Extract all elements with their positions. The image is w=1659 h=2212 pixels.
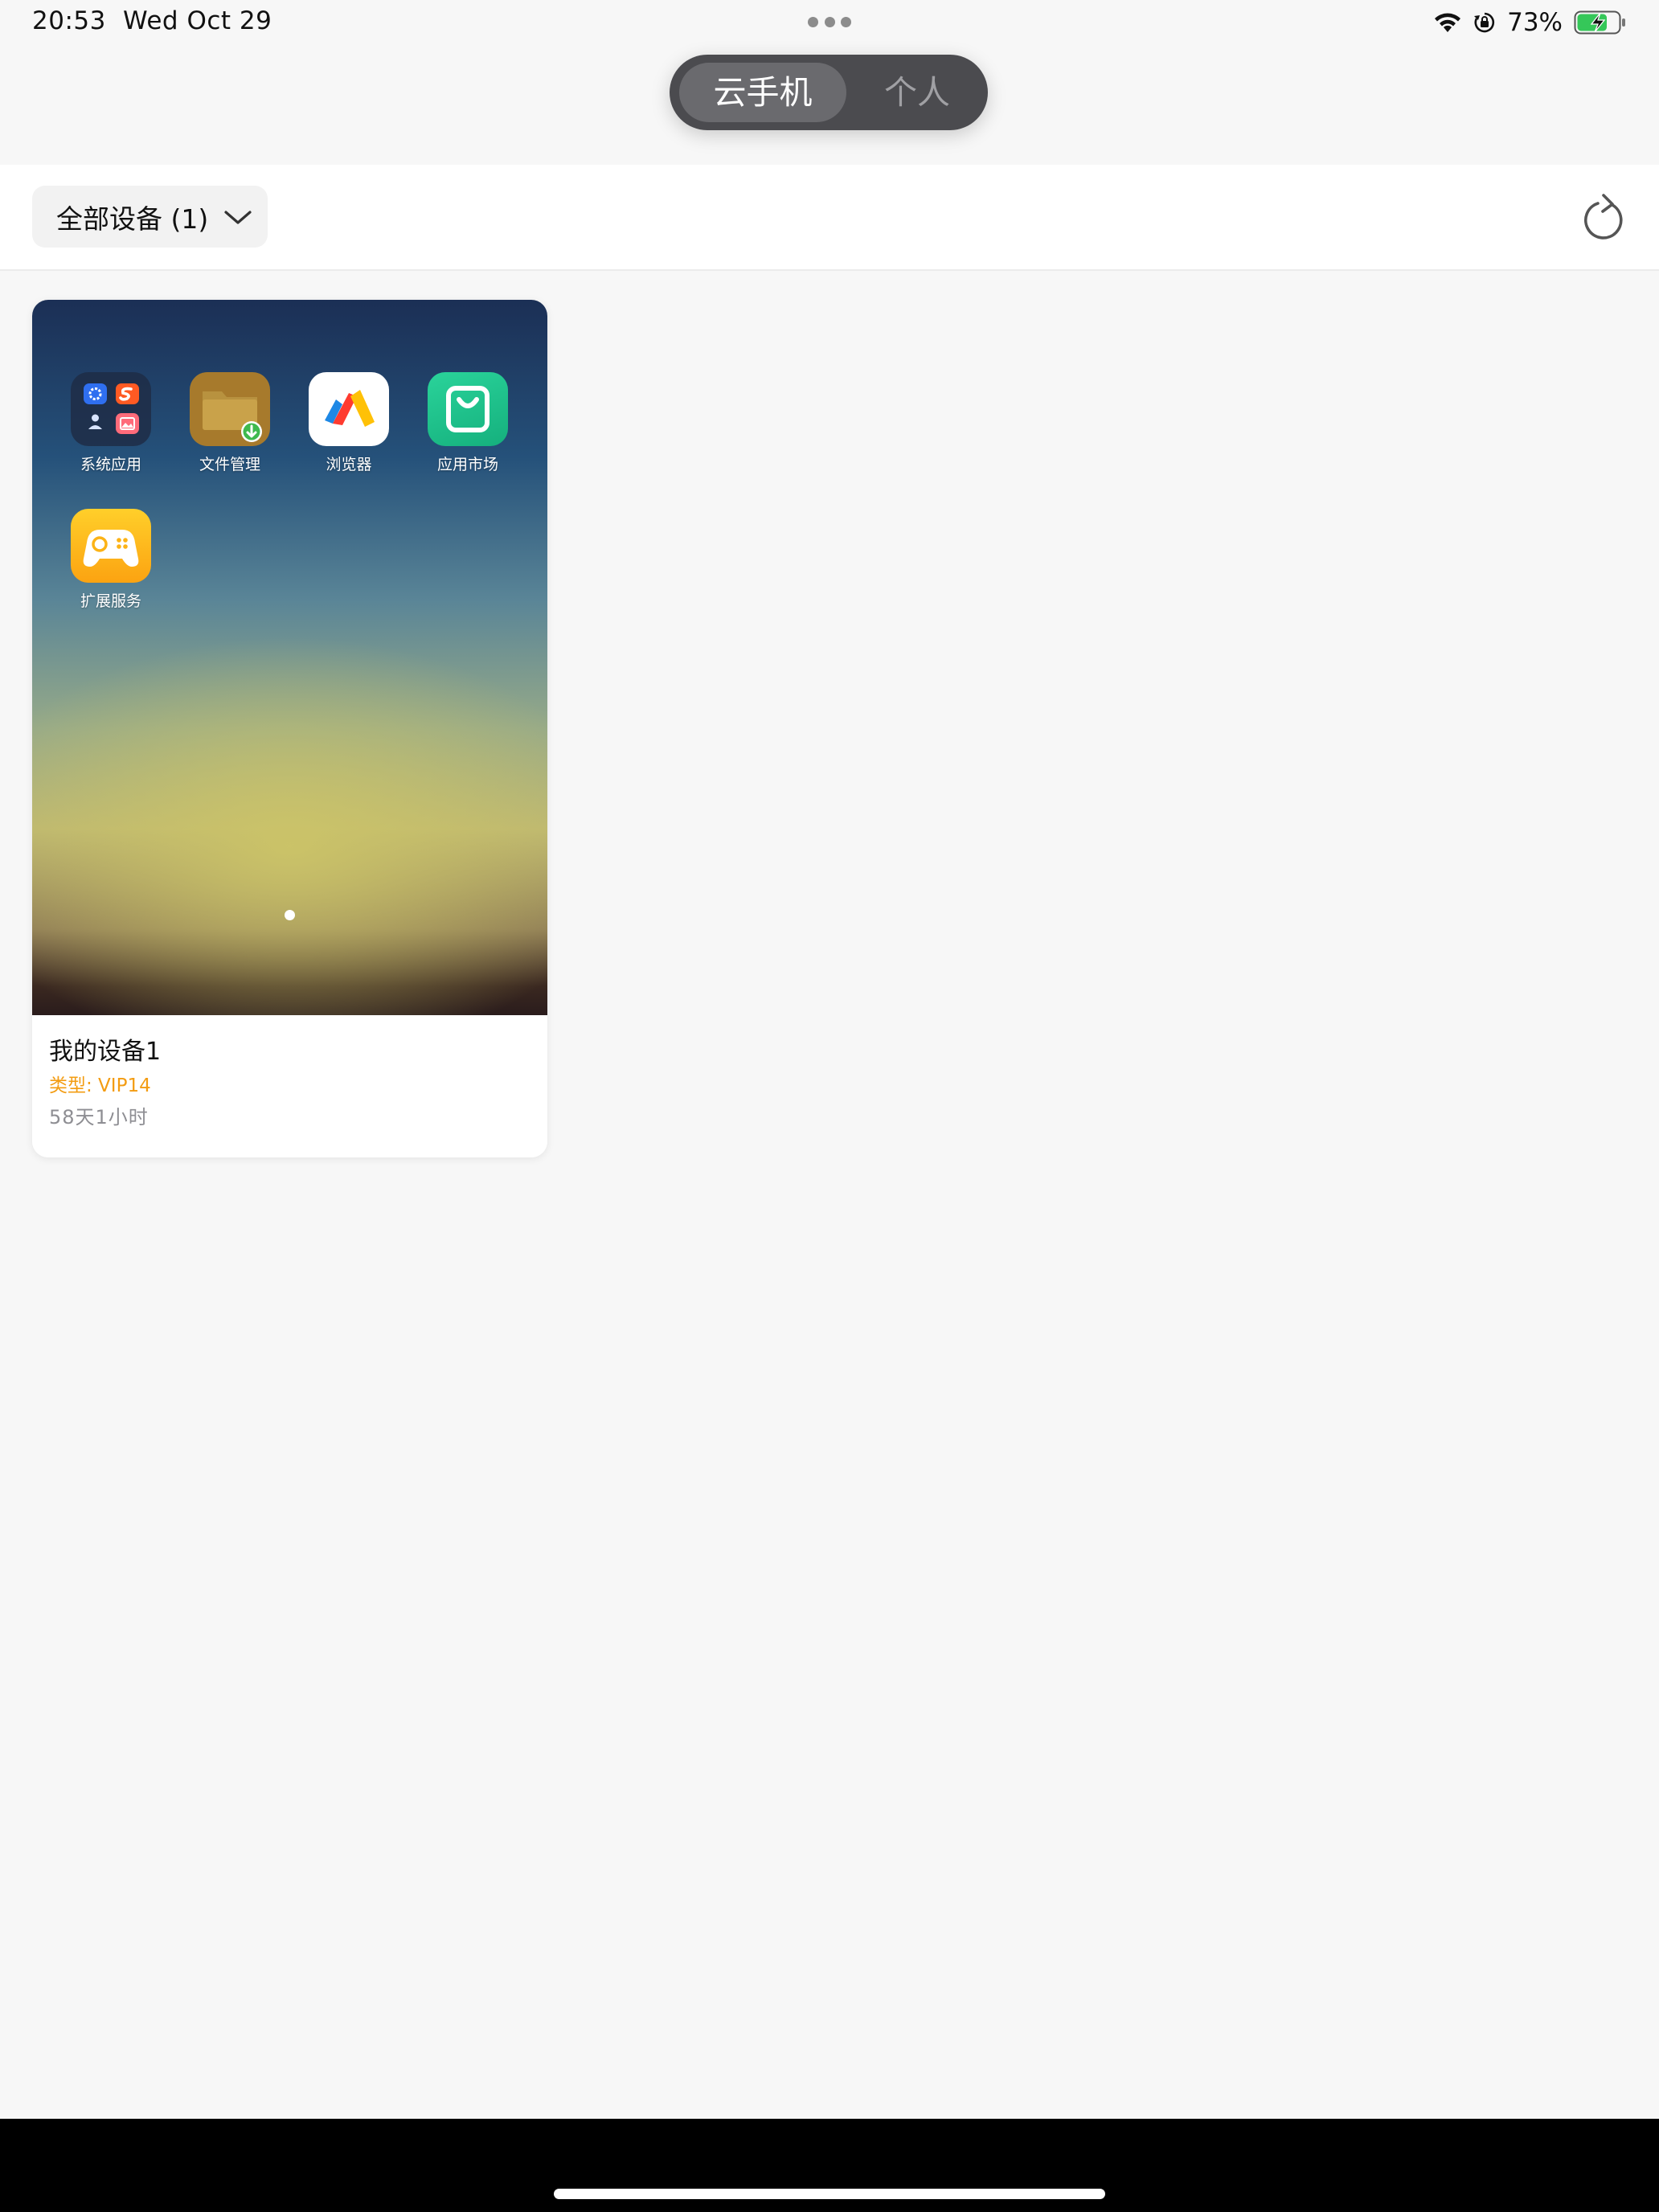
folder-system-apps-icon <box>71 372 151 446</box>
status-indicators: 73% <box>1433 6 1627 39</box>
multitask-dot <box>841 17 851 27</box>
page-indicator-dot <box>285 910 295 920</box>
multitask-dot <box>825 17 835 27</box>
device-info: 我的设备1 类型: VIP14 58天1小时 <box>32 1015 547 1157</box>
device-card[interactable]: 系统应用 文件管理 浏览器 应用市场 扩展服务 我的设备1 类型: VIP14 … <box>32 300 547 1157</box>
multitask-dot <box>808 17 818 27</box>
device-name: 我的设备1 <box>49 1038 162 1066</box>
segmented-control: 云手机 个人 <box>670 55 988 130</box>
wifi-icon <box>1435 13 1461 32</box>
device-remaining-time: 58天1小时 <box>49 1106 149 1129</box>
chevron-down-icon <box>224 211 252 224</box>
app-label: 扩展服务 <box>80 592 141 610</box>
status-time: 20:53 <box>32 6 106 35</box>
app-market[interactable]: 应用市场 <box>420 372 516 474</box>
segment-personal[interactable]: 个人 <box>854 63 980 122</box>
gamepad-icon <box>71 509 151 583</box>
rotation-lock-icon <box>1474 12 1495 33</box>
home-indicator[interactable] <box>554 2189 1105 2199</box>
app-label: 系统应用 <box>80 456 141 473</box>
filter-bar: 全部设备 (1) <box>0 165 1659 271</box>
device-screen-preview[interactable]: 系统应用 文件管理 浏览器 应用市场 扩展服务 <box>32 300 547 1015</box>
app-market-icon <box>428 372 508 446</box>
file-manager-icon <box>190 372 270 446</box>
app-label: 文件管理 <box>199 456 260 473</box>
app-extension-services[interactable]: 扩展服务 <box>63 509 159 611</box>
segment-cloud-phone[interactable]: 云手机 <box>679 63 846 122</box>
battery-percentage: 73% <box>1507 8 1563 37</box>
refresh-icon[interactable] <box>1580 194 1627 244</box>
status-date: Wed Oct 29 <box>123 6 272 35</box>
app-browser[interactable]: 浏览器 <box>301 372 397 474</box>
app-file-manager[interactable]: 文件管理 <box>182 372 278 474</box>
app-label: 应用市场 <box>436 456 498 473</box>
battery-charging-icon <box>1574 10 1625 35</box>
device-filter-dropdown[interactable]: 全部设备 (1) <box>32 186 268 248</box>
browser-icon <box>309 372 389 446</box>
device-filter-label: 全部设备 (1) <box>56 203 209 235</box>
app-system-apps[interactable]: 系统应用 <box>63 372 159 474</box>
device-type: 类型: VIP14 <box>49 1075 151 1096</box>
app-label: 浏览器 <box>326 456 372 473</box>
